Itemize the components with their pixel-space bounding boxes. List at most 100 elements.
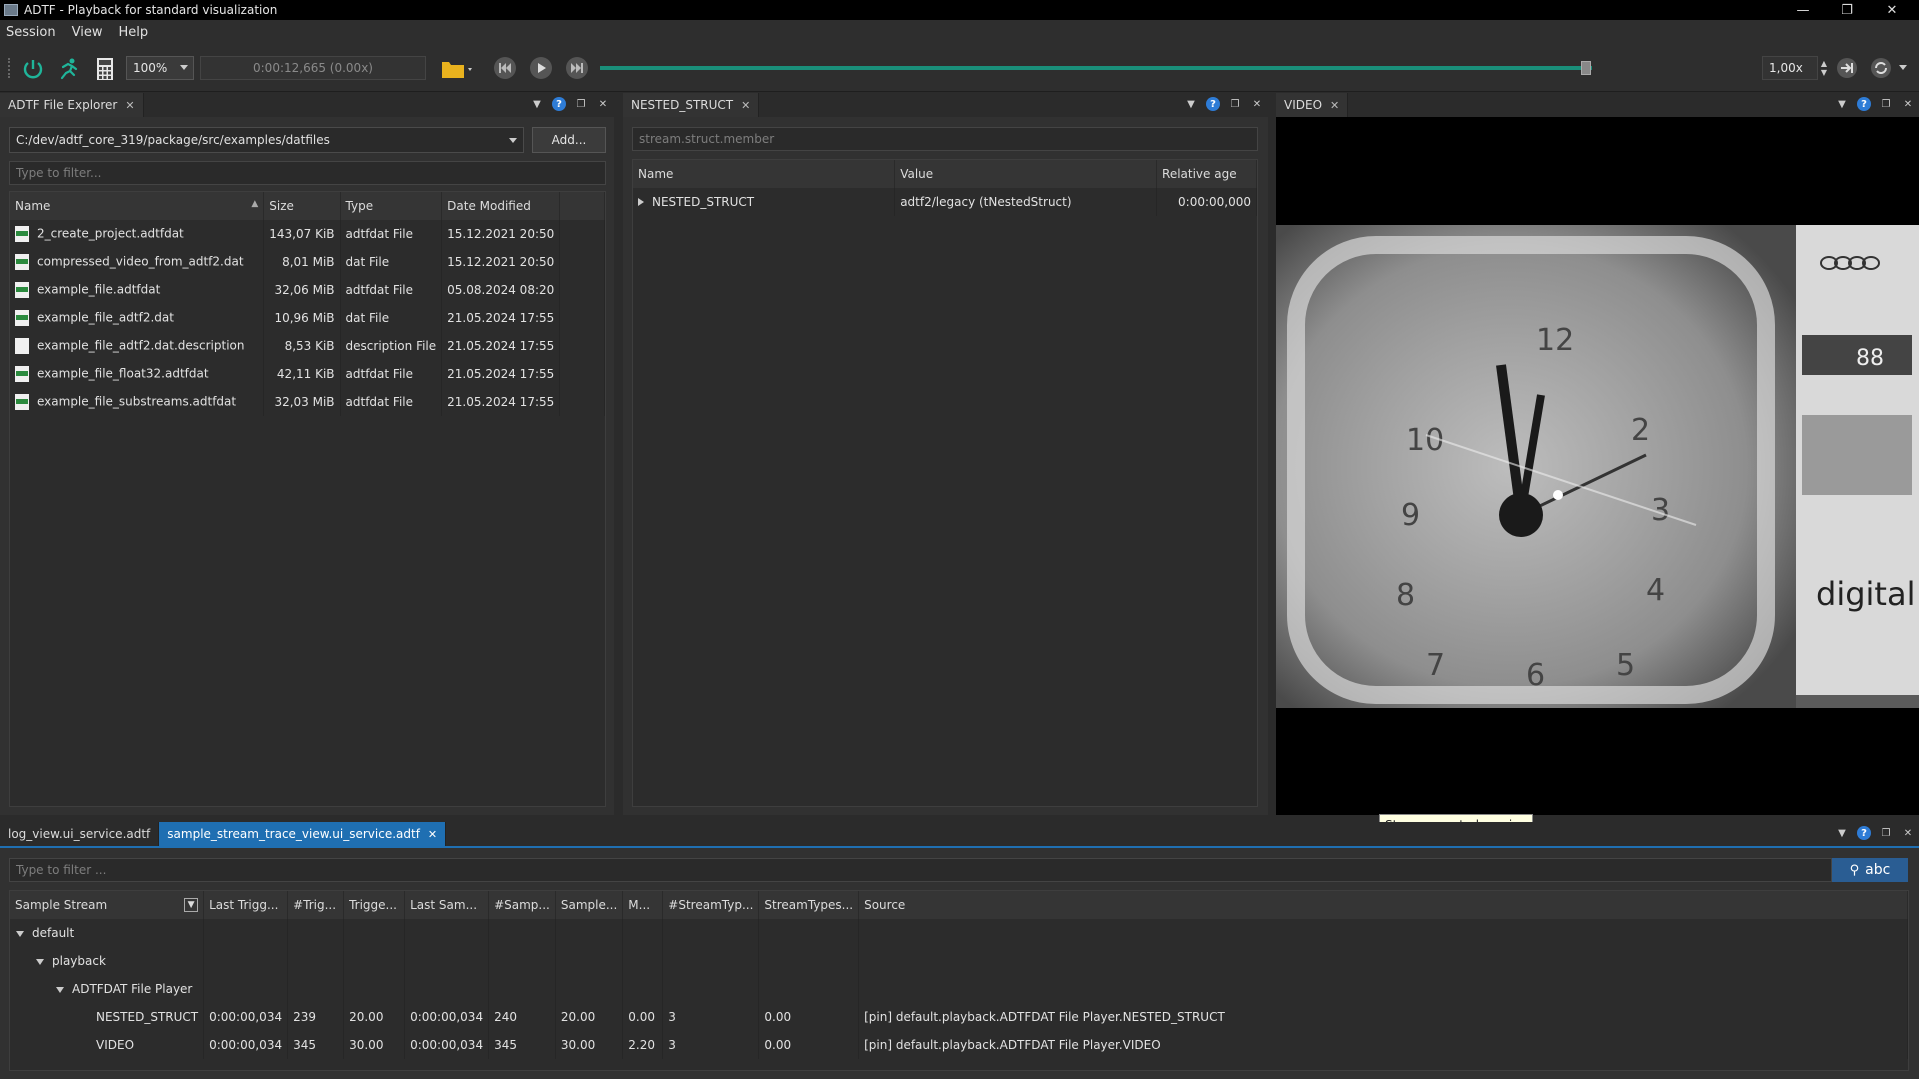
col-source[interactable]: Source — [858, 891, 1908, 919]
tree-row[interactable]: playback — [10, 947, 1908, 975]
tab-log-view[interactable]: log_view.ui_service.adtf — [0, 822, 160, 846]
run-icon[interactable] — [56, 56, 82, 82]
expand-icon[interactable] — [638, 198, 644, 206]
table-row[interactable]: example_file_float32.adtfdat 42,11 KiB adt… — [10, 360, 605, 388]
struct-filter-input[interactable]: stream.struct.member — [632, 127, 1258, 151]
power-icon[interactable] — [20, 56, 46, 82]
chevron-down-icon[interactable]: ▼ — [1835, 826, 1849, 840]
col-streamtype-count[interactable]: #StreamTyp... — [662, 891, 760, 919]
float-icon[interactable]: ❐ — [574, 97, 588, 111]
connect-icon[interactable] — [1834, 56, 1860, 80]
table-row[interactable]: example_file.adtfdat 32,06 MiB adtfdat Fil… — [10, 276, 605, 304]
help-icon[interactable]: ? — [552, 97, 566, 111]
struct-name-cell: NESTED_STRUCT — [633, 188, 896, 216]
play-icon[interactable] — [530, 57, 552, 79]
col-size[interactable]: Size — [263, 192, 341, 220]
col-name[interactable]: Name — [633, 160, 896, 188]
speed-spinner[interactable]: ▲ ▼ — [1818, 56, 1830, 80]
chevron-down-icon[interactable]: ▼ — [1835, 97, 1849, 111]
col-relative-age[interactable]: Relative age — [1156, 160, 1257, 188]
nested-struct-panel: NESTED_STRUCT ✕ ▼ ? ❐ ✕ stream.struct.me… — [623, 93, 1268, 815]
table-row[interactable]: NESTED_STRUCT adtf2/legacy (tNestedStruc… — [633, 188, 1257, 216]
close-icon[interactable]: ✕ — [1901, 97, 1915, 111]
file-date-cell: 15.12.2021 20:50 — [441, 248, 561, 276]
col-m[interactable]: M... — [622, 891, 664, 919]
video-overlay-text: digital — [1816, 575, 1915, 613]
empty-cell — [858, 919, 1908, 947]
close-icon[interactable]: ✕ — [125, 99, 134, 112]
table-row[interactable]: compressed_video_from_adtf2.dat 8,01 MiB d… — [10, 248, 605, 276]
file-type-cell: adtfdat File — [340, 360, 443, 388]
col-trigger-rate[interactable]: Trigge... — [343, 891, 406, 919]
col-sample-stream[interactable]: Sample Stream ▼ — [10, 891, 205, 919]
speed-input[interactable]: 1,00x — [1762, 56, 1818, 80]
skip-back-icon[interactable] — [494, 57, 516, 79]
table-row[interactable]: example_file_adtf2.dat.description 8,53 K… — [10, 332, 605, 360]
table-row[interactable]: example_file_adtf2.dat 10,96 MiB dat File 2… — [10, 304, 605, 332]
tab-video[interactable]: VIDEO ✕ — [1276, 93, 1349, 117]
table-row[interactable]: NESTED_STRUCT 0:00:00,034 239 20.00 0:00:00,… — [10, 1003, 1908, 1031]
minimize-button[interactable]: — — [1781, 0, 1825, 20]
playback-slider[interactable] — [600, 66, 1592, 70]
expand-icon[interactable] — [56, 986, 64, 993]
menu-session[interactable]: Session — [6, 25, 56, 40]
close-icon[interactable]: ✕ — [1250, 97, 1264, 111]
close-icon[interactable]: ✕ — [428, 828, 437, 841]
col-trigger-count[interactable]: #Trig... — [287, 891, 345, 919]
empty-cell — [404, 975, 490, 1003]
float-icon[interactable]: ❐ — [1879, 826, 1893, 840]
col-date[interactable]: Date Modified — [441, 192, 561, 220]
col-type[interactable]: Type — [340, 192, 443, 220]
close-icon[interactable]: ✕ — [596, 97, 610, 111]
calculator-icon[interactable] — [94, 56, 116, 82]
empty-cell — [203, 947, 289, 975]
tab-sample-stream-trace[interactable]: sample_stream_trace_view.ui_service.adtf… — [159, 822, 447, 846]
loop-icon[interactable] — [1868, 56, 1894, 80]
menu-view[interactable]: View — [72, 25, 103, 40]
close-icon[interactable]: ✕ — [1330, 99, 1339, 112]
col-name[interactable]: Name ▲ — [10, 192, 265, 220]
path-combo[interactable]: C:/dev/adtf_core_319/package/src/example… — [9, 127, 524, 153]
col-last-trigger[interactable]: Last Trigg... — [203, 891, 289, 919]
col-sample-count[interactable]: #Samp... — [488, 891, 556, 919]
float-icon[interactable]: ❐ — [1228, 97, 1242, 111]
help-icon[interactable]: ? — [1206, 97, 1220, 111]
loop-dropdown-icon[interactable] — [1898, 64, 1908, 72]
zoom-select[interactable]: 100% — [126, 56, 194, 80]
table-row[interactable]: 2_create_project.adtfdat 143,07 KiB adtfda… — [10, 220, 605, 248]
file-filter-input[interactable]: Type to filter... — [9, 161, 606, 185]
tree-row[interactable]: default — [10, 919, 1908, 947]
add-button[interactable]: Add... — [532, 127, 606, 153]
tab-nested-struct[interactable]: NESTED_STRUCT ✕ — [623, 93, 760, 117]
trace-filter-input[interactable]: Type to filter ... — [9, 858, 1832, 882]
slider-handle[interactable] — [1581, 61, 1591, 75]
help-icon[interactable]: ? — [1857, 826, 1871, 840]
chevron-down-icon[interactable]: ▼ — [1184, 97, 1198, 111]
stream-trace-table: Sample Stream ▼ Last Trigg... #Trig... Tr… — [9, 890, 1909, 1071]
float-icon[interactable]: ❐ — [1879, 97, 1893, 111]
menu-help[interactable]: Help — [118, 25, 148, 40]
close-icon[interactable]: ✕ — [1901, 826, 1915, 840]
skip-forward-icon[interactable] — [566, 57, 588, 79]
chevron-down-icon[interactable]: ▼ — [530, 97, 544, 111]
file-date-cell: 15.12.2021 20:50 — [441, 220, 561, 248]
expand-icon[interactable] — [36, 958, 44, 965]
empty-cell — [488, 947, 556, 975]
col-streamtypes[interactable]: StreamTypes... — [758, 891, 860, 919]
close-icon[interactable]: ✕ — [741, 99, 750, 112]
search-mode-button[interactable]: ⚲ abc — [1832, 858, 1908, 882]
close-window-button[interactable]: ✕ — [1870, 0, 1914, 20]
table-row[interactable]: example_file_substreams.adtfdat 32,03 MiB… — [10, 388, 605, 416]
expand-icon[interactable] — [16, 930, 24, 937]
table-row[interactable]: VIDEO 0:00:00,034 345 30.00 0:00:00,034 345 30… — [10, 1031, 1908, 1059]
file-size-cell: 8,01 MiB — [263, 248, 341, 276]
restore-button[interactable]: ❐ — [1825, 0, 1869, 20]
panel-header: ADTF File Explorer ✕ ▼ ? ❐ ✕ — [0, 93, 614, 117]
tab-file-explorer[interactable]: ADTF File Explorer ✕ — [0, 93, 144, 117]
col-value[interactable]: Value — [894, 160, 1158, 188]
col-last-sample[interactable]: Last Sam... — [404, 891, 490, 919]
tree-row[interactable]: ADTFDAT File Player — [10, 975, 1908, 1003]
col-sample-rate[interactable]: Sample... — [555, 891, 624, 919]
help-icon[interactable]: ? — [1857, 97, 1871, 111]
folder-icon[interactable] — [440, 56, 474, 82]
